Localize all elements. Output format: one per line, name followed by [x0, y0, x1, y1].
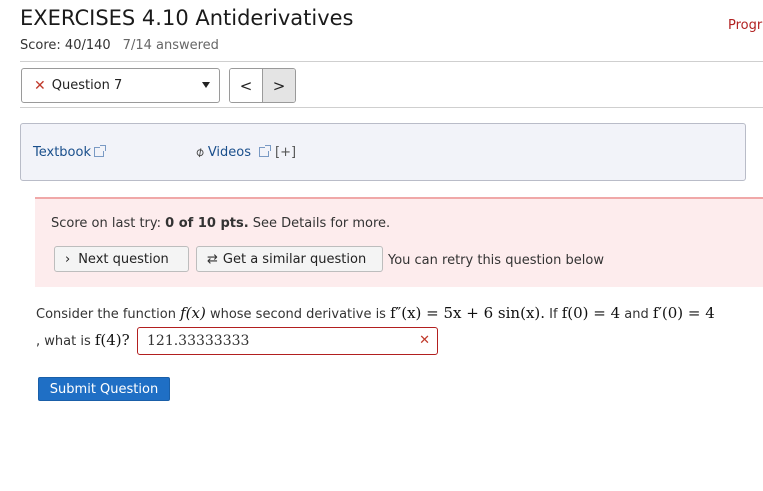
last-try-result: Score on last try: 0 of 10 pts. See Deta… [35, 197, 763, 287]
similar-question-label: Get a similar question [222, 251, 367, 267]
initial-condition: f′(0) = 4 [652, 304, 715, 322]
textbook-link[interactable]: Textbook [33, 145, 106, 160]
videos-link[interactable]: ⌀Videos [+] [192, 144, 296, 161]
answer-value: 121.33333333 [147, 333, 250, 349]
problem-text: , what is [36, 334, 95, 349]
score-summary: Score: 40/140 7/14 answered [20, 38, 219, 53]
problem-text: Consider the function [36, 307, 181, 322]
problem-statement: Consider the function f(x) whose second … [36, 304, 715, 322]
similar-question-button[interactable]: ⇄ Get a similar question [196, 246, 383, 272]
question-select[interactable]: ✕ Question 7 [21, 68, 220, 103]
last-try-suffix: See Details for more. [248, 216, 391, 231]
question-expression: f(4)? [94, 331, 130, 349]
initial-condition: f(0) = 4 [561, 304, 621, 322]
function-expression: f(x) [180, 304, 206, 322]
external-link-icon [259, 145, 272, 157]
problem-question: , what is f(4)? [36, 331, 130, 349]
textbook-label: Textbook [33, 145, 91, 160]
last-try-score: Score on last try: 0 of 10 pts. See Deta… [51, 216, 390, 231]
question-select-label: Question 7 [51, 78, 123, 93]
chevron-right-icon: › [65, 251, 71, 267]
answer-input[interactable]: 121.33333333 ✕ [137, 327, 438, 355]
answered-count: 7/14 answered [122, 38, 219, 53]
problem-text: and [620, 307, 653, 322]
page-title: EXERCISES 4.10 Antiderivatives [20, 6, 354, 30]
problem-text: whose second derivative is [205, 307, 391, 322]
second-derivative-expression: f″(x) = 5x + 6 sin(x). [390, 304, 546, 322]
external-link-icon [93, 145, 106, 157]
next-question-arrow-button[interactable]: > [262, 69, 295, 102]
chevron-down-icon [202, 82, 210, 88]
submit-question-button[interactable]: Submit Question [38, 377, 170, 401]
divider [20, 61, 763, 62]
problem-text: If [545, 307, 562, 322]
incorrect-x-icon: ✕ [419, 333, 430, 348]
more-resources-toggle[interactable]: [+] [275, 145, 296, 160]
next-question-label: Next question [78, 251, 169, 267]
paperclip-icon: ⌀ [192, 144, 208, 161]
x-mark-icon: ✕ [34, 77, 46, 94]
progress-link[interactable]: Progr [728, 18, 762, 33]
divider [20, 107, 763, 108]
last-try-points: 0 of 10 pts. [165, 216, 249, 231]
score-text: Score: 40/140 [20, 38, 111, 53]
videos-label: Videos [207, 145, 252, 160]
retry-message: You can retry this question below [388, 253, 604, 268]
last-try-prefix: Score on last try: [51, 216, 166, 231]
help-resources: Textbook ⌀Videos [+] [20, 123, 746, 181]
refresh-icon: ⇄ [207, 251, 218, 267]
question-nav: < > [229, 68, 296, 103]
next-question-button[interactable]: › Next question [54, 246, 189, 272]
previous-question-button[interactable]: < [230, 69, 262, 102]
